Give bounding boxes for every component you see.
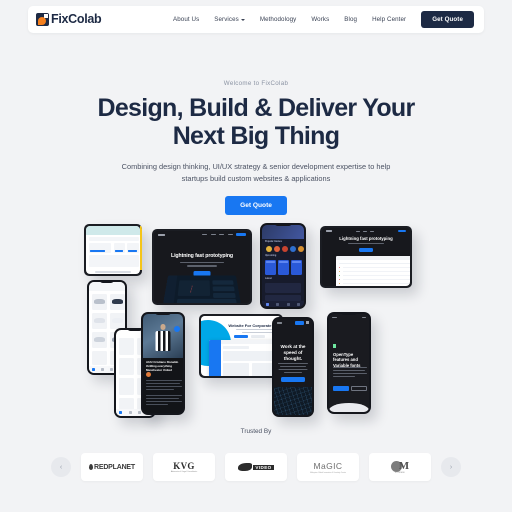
- showcase-collage: Lightning fast prototyping Popular Games…: [84, 218, 428, 418]
- showcase-sports-news-phone: Ahh! Cristiano Ronaldo thrilling everyth…: [141, 312, 185, 415]
- nav-links: About Us Services Methodology Works Blog…: [173, 11, 474, 28]
- share-icon: [174, 326, 180, 332]
- showcase-caption: Work at the speed of thought.: [280, 344, 306, 362]
- logo-text: VIDEO: [253, 464, 274, 470]
- nav-item-methodology[interactable]: Methodology: [260, 16, 297, 23]
- showcase-data-table-tablet: Lightning fast prototyping: [320, 226, 412, 288]
- navbar: FixColab About Us Services Methodology W…: [28, 6, 484, 33]
- showcase-speed-of-thought-phone: Work at the speed of thought.: [272, 317, 314, 417]
- showcase-caption: Lightning fast prototyping: [339, 235, 393, 241]
- nav-label: About Us: [173, 16, 200, 23]
- logo-carousel: ‹ REDPLANET KVG Advocates & Legal Consul…: [0, 453, 512, 481]
- logo-text: REDPLANET: [94, 463, 135, 471]
- nav-item-services[interactable]: Services: [214, 16, 245, 23]
- nav-item-works[interactable]: Works: [311, 16, 329, 23]
- logo-text: MaGIC: [313, 460, 343, 471]
- leaf-icon: [333, 344, 336, 348]
- logo-subtext: Malaysian Global Innovation & Creativity…: [310, 471, 346, 474]
- trusted-by-label: Trusted By: [240, 428, 272, 435]
- nav-item-help-center[interactable]: Help Center: [372, 16, 406, 23]
- navbar-get-quote-button[interactable]: Get Quote: [421, 11, 474, 28]
- logo-item-m-circle[interactable]: M MY BRAND: [369, 453, 431, 481]
- pin-icon: [89, 464, 93, 470]
- chevron-down-icon: [240, 18, 245, 21]
- hero-get-quote-button[interactable]: Get Quote: [225, 195, 287, 215]
- brand-logo[interactable]: FixColab: [36, 12, 102, 27]
- landing-page: FixColab About Us Services Methodology W…: [0, 0, 512, 512]
- swoosh-icon: [238, 463, 253, 471]
- nav-label: Services: [214, 16, 239, 23]
- showcase-gaming-phone: Popular Games Upcoming Latest: [260, 223, 306, 309]
- chevron-right-icon[interactable]: ›: [441, 457, 461, 477]
- logo-item-badge[interactable]: VIDEO: [225, 453, 287, 481]
- hero-eyebrow: Welcome to FixColab: [223, 80, 289, 87]
- page-title: Design, Build & Deliver Your Next Big Th…: [97, 94, 415, 151]
- logo-item-redplanet[interactable]: REDPLANET: [81, 453, 143, 481]
- showcase-corporate-tablet: Website For Corporate: [199, 314, 283, 378]
- accent-strip: [140, 226, 142, 270]
- chevron-left-icon[interactable]: ‹: [51, 457, 71, 477]
- logo-item-magic[interactable]: MaGIC Malaysian Global Innovation & Crea…: [297, 453, 359, 481]
- avatar: [146, 372, 151, 377]
- logo-item-kvg[interactable]: KVG Advocates & Legal Consultants: [153, 453, 215, 481]
- brand-name: FixColab: [51, 12, 102, 27]
- showcase-opentype-phone: OpenType features and Variable fonts: [327, 312, 371, 414]
- showcase-caption: Website For Corporate: [228, 322, 272, 328]
- nav-label: Help Center: [372, 16, 407, 23]
- logo-subtext: Advocates & Legal Consultants: [170, 471, 198, 474]
- showcase-dashboard-tablet: [84, 224, 142, 276]
- nav-label: Blog: [344, 16, 358, 23]
- nav-label: Works: [311, 16, 330, 23]
- showcase-caption: Ahh! Cristiano Ronaldo thrilling everyth…: [146, 360, 179, 372]
- nav-item-about-us[interactable]: About Us: [173, 16, 199, 23]
- hero-subtitle: Combining design thinking, UI/UX strateg…: [121, 161, 391, 183]
- showcase-caption: OpenType features and Variable fonts: [333, 352, 361, 368]
- logo-text: KVG: [173, 460, 195, 471]
- nav-label: Methodology: [259, 16, 297, 23]
- logo-text: M: [398, 460, 410, 472]
- showcase-caption: Lightning fast prototyping: [171, 252, 233, 259]
- logo-list: REDPLANET KVG Advocates & Legal Consulta…: [81, 453, 431, 481]
- showcase-prototyping-tablet: Lightning fast prototyping: [152, 229, 252, 305]
- fixcolab-mark-icon: [36, 13, 49, 26]
- logo-subtext: MY BRAND: [395, 472, 405, 474]
- showcase-caption: Popular Games: [265, 241, 282, 243]
- hero-section: Welcome to FixColab Design, Build & Deli…: [0, 80, 512, 215]
- nav-item-blog[interactable]: Blog: [344, 16, 357, 23]
